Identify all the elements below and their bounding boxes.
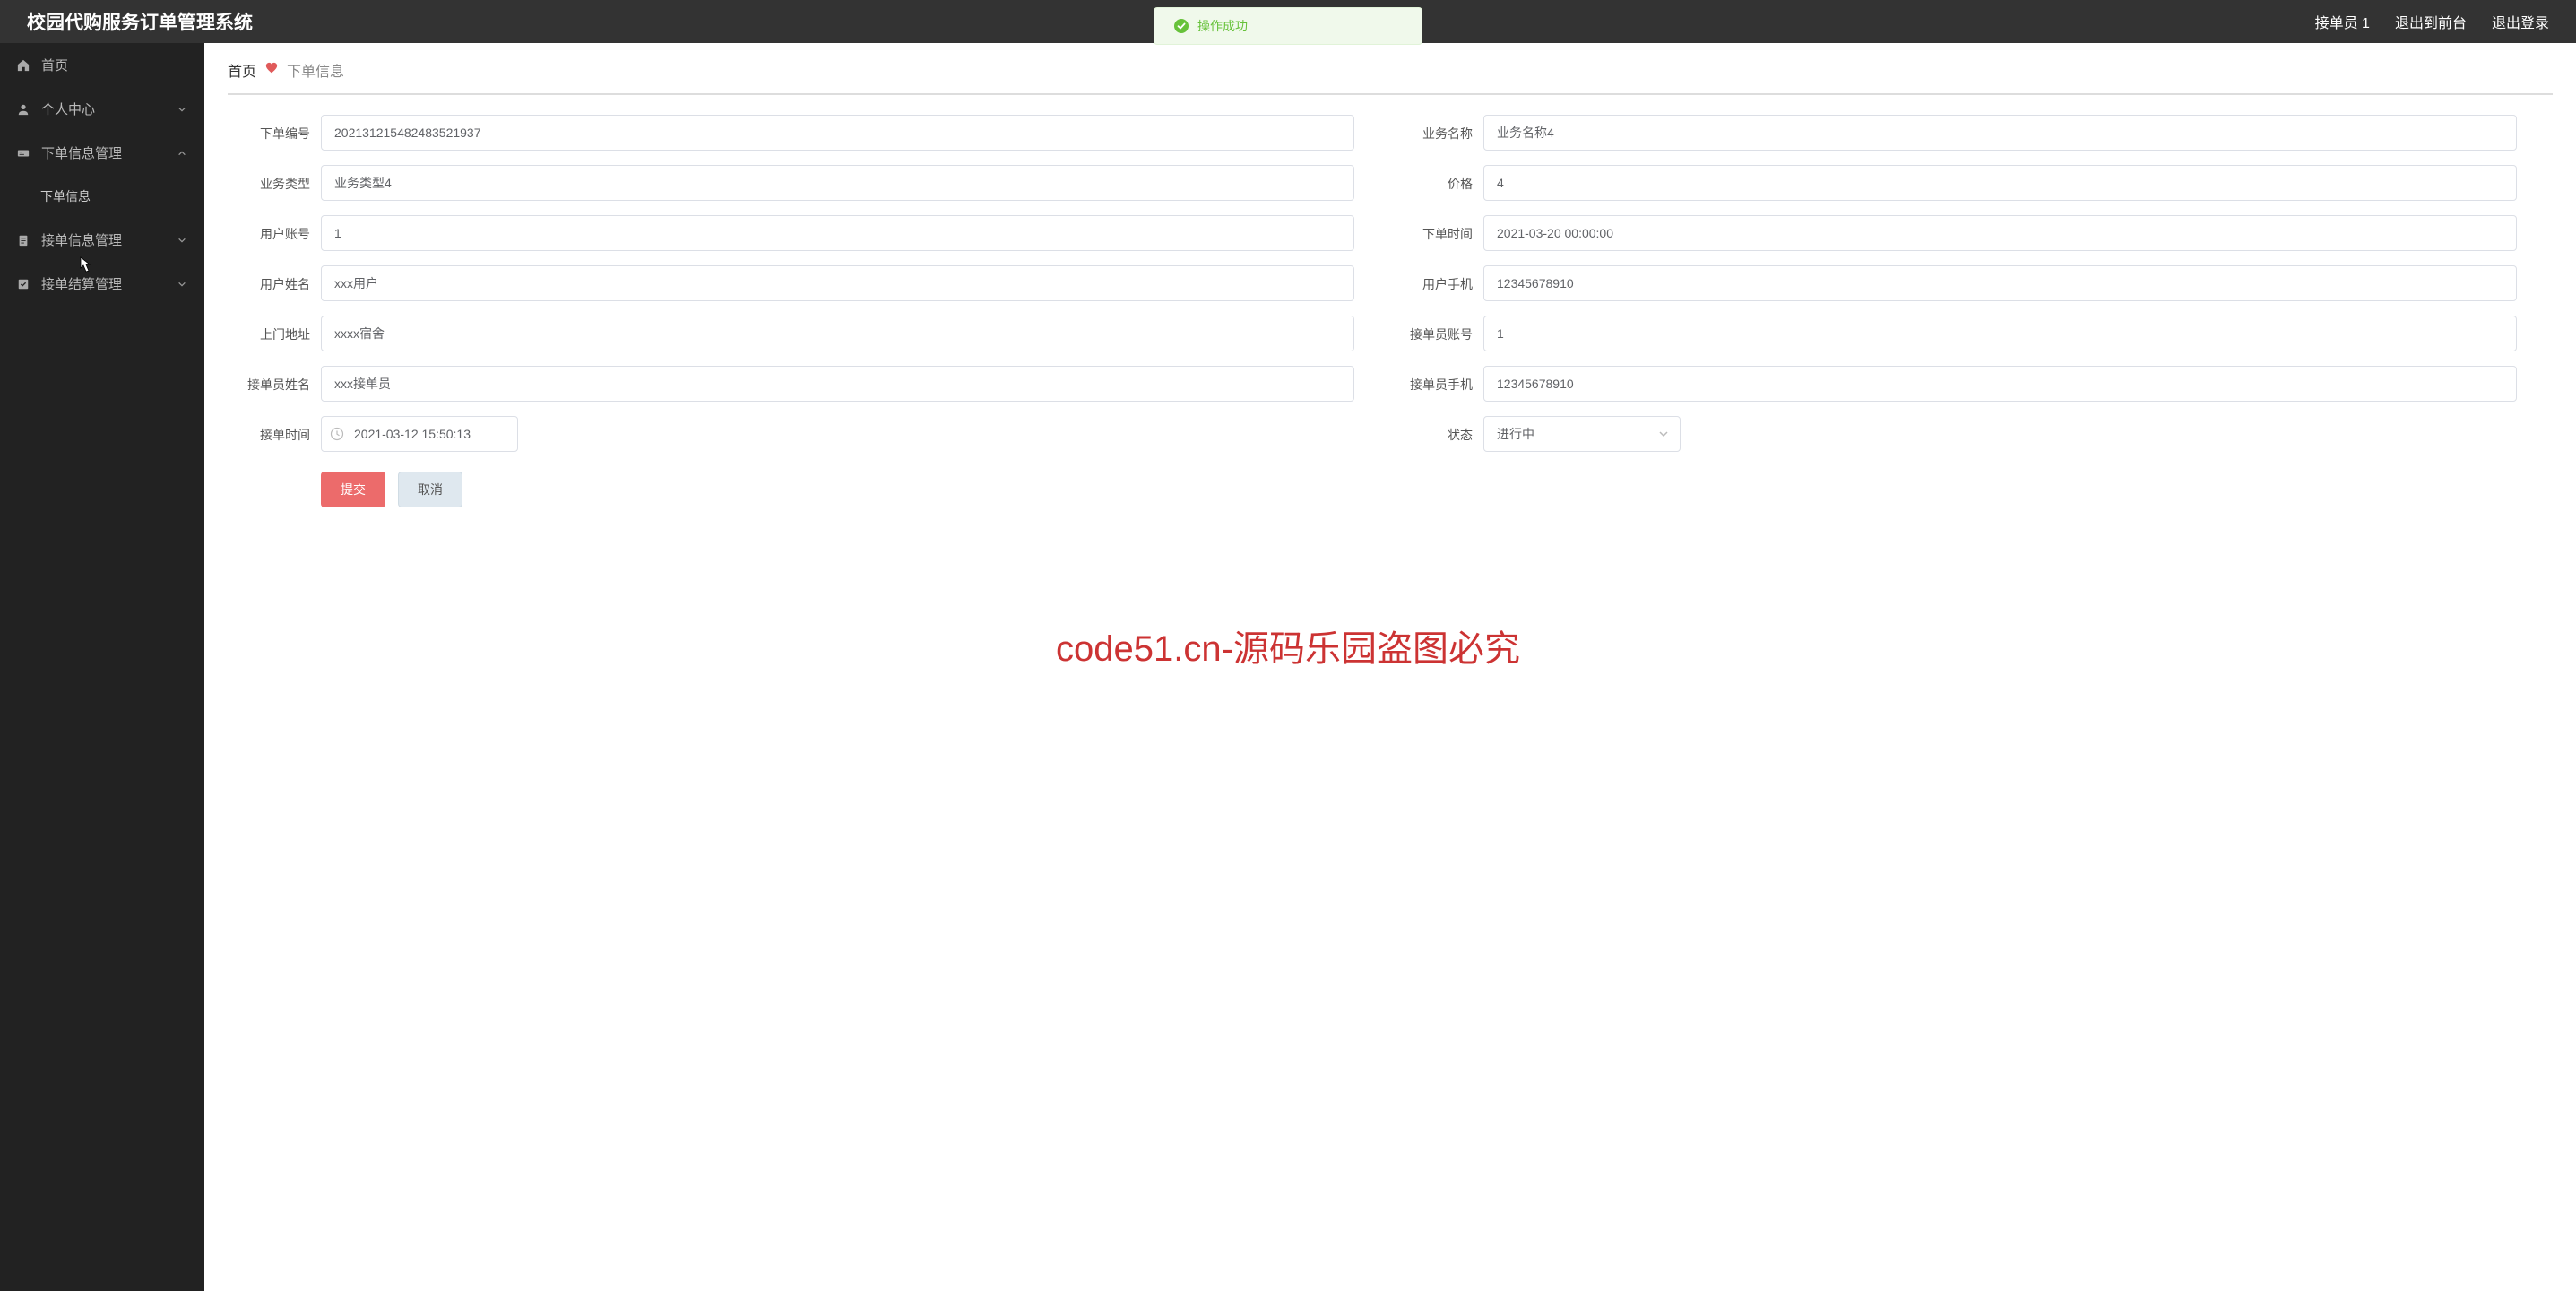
sidebar-item-label: 接单信息管理 xyxy=(41,230,122,249)
accept-name-input[interactable] xyxy=(321,366,1354,402)
user-name-input[interactable] xyxy=(321,265,1354,301)
status-select[interactable] xyxy=(1483,416,1681,452)
chevron-down-icon xyxy=(176,103,188,116)
sidebar-item-label: 下单信息管理 xyxy=(41,143,122,162)
sidebar-item-accept[interactable]: 接单信息管理 xyxy=(0,218,204,262)
toast-text: 操作成功 xyxy=(1197,17,1248,35)
chevron-up-icon xyxy=(176,147,188,160)
header-right: 接单员 1 退出到前台 退出登录 xyxy=(2315,11,2549,32)
form-label-accept-name: 接单员姓名 xyxy=(228,366,321,394)
addr-input[interactable] xyxy=(321,316,1354,351)
breadcrumb: 首页 下单信息 xyxy=(228,59,2553,95)
clipboard-icon xyxy=(16,233,30,247)
breadcrumb-home[interactable]: 首页 xyxy=(228,59,256,81)
sidebar-item-personal[interactable]: 个人中心 xyxy=(0,87,204,131)
header-user-role[interactable]: 接单员 1 xyxy=(2315,11,2370,32)
form-label-user-acct: 用户账号 xyxy=(228,215,321,244)
biz-name-input[interactable] xyxy=(1483,115,2517,151)
user-icon xyxy=(16,102,30,117)
form-label-user-phone: 用户手机 xyxy=(1390,265,1483,294)
accept-phone-input[interactable] xyxy=(1483,366,2517,402)
form-label-accept-acct: 接单员账号 xyxy=(1390,316,1483,344)
form-label-price: 价格 xyxy=(1390,165,1483,194)
success-toast: 操作成功 xyxy=(1154,7,1422,45)
chevron-down-icon xyxy=(176,234,188,247)
order-no-input[interactable] xyxy=(321,115,1354,151)
user-phone-input[interactable] xyxy=(1483,265,2517,301)
main-content: 首页 下单信息 下单编号 业务名称 业务类型 xyxy=(204,43,2576,1291)
sidebar: 首页 个人中心 下单信息管理 xyxy=(0,43,204,1291)
success-icon xyxy=(1174,19,1189,33)
user-acct-input[interactable] xyxy=(321,215,1354,251)
sidebar-item-label: 接单结算管理 xyxy=(41,274,122,293)
form-label-addr: 上门地址 xyxy=(228,316,321,344)
form-label-biz-name: 业务名称 xyxy=(1390,115,1483,143)
chevron-down-icon xyxy=(1657,428,1670,440)
form-label-accept-phone: 接单员手机 xyxy=(1390,366,1483,394)
form-label-accept-time: 接单时间 xyxy=(228,416,321,445)
sidebar-subitem-orderinfo[interactable]: 下单信息 xyxy=(0,175,204,218)
form-label-order-time: 下单时间 xyxy=(1390,215,1483,244)
form-label-status: 状态 xyxy=(1390,416,1483,445)
sidebar-item-settle[interactable]: 接单结算管理 xyxy=(0,262,204,306)
sidebar-item-label: 个人中心 xyxy=(41,100,95,118)
biz-type-input[interactable] xyxy=(321,165,1354,201)
price-input[interactable] xyxy=(1483,165,2517,201)
form-label-user-name: 用户姓名 xyxy=(228,265,321,294)
accept-acct-input[interactable] xyxy=(1483,316,2517,351)
form-label-order-no: 下单编号 xyxy=(228,115,321,143)
form-actions: 提交 取消 xyxy=(228,459,2553,507)
header-logout-front[interactable]: 退出到前台 xyxy=(2395,11,2467,32)
accept-time-input[interactable] xyxy=(321,416,518,452)
sidebar-item-label: 下单信息 xyxy=(40,187,91,205)
cancel-button[interactable]: 取消 xyxy=(398,472,462,507)
header-logout[interactable]: 退出登录 xyxy=(2492,11,2549,32)
sidebar-item-home[interactable]: 首页 xyxy=(0,43,204,87)
order-form: 下单编号 业务名称 业务类型 价格 用户账号 xyxy=(228,95,2553,520)
clock-icon xyxy=(330,427,344,441)
app-title: 校园代购服务订单管理系统 xyxy=(27,8,253,35)
form-label-biz-type: 业务类型 xyxy=(228,165,321,194)
submit-button[interactable]: 提交 xyxy=(321,472,385,507)
ticket-icon xyxy=(16,146,30,160)
sidebar-item-label: 首页 xyxy=(41,56,68,74)
breadcrumb-current: 下单信息 xyxy=(287,59,344,81)
checkbox-icon xyxy=(16,277,30,291)
chevron-down-icon xyxy=(176,278,188,290)
sidebar-item-orderinfo[interactable]: 下单信息管理 xyxy=(0,131,204,175)
order-time-input[interactable] xyxy=(1483,215,2517,251)
home-icon xyxy=(16,58,30,73)
heart-icon xyxy=(265,62,278,79)
